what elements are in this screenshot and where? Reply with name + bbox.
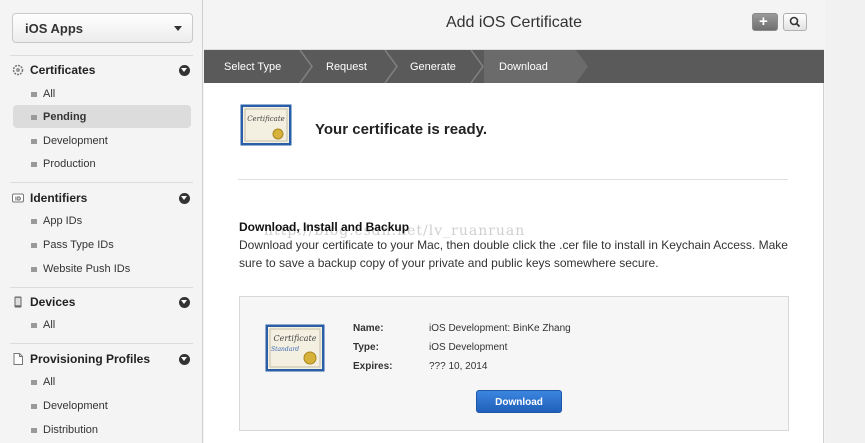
bullet-icon <box>31 380 37 385</box>
section-title: Devices <box>30 295 76 309</box>
chevron-right-icon <box>299 50 313 83</box>
download-button[interactable]: Download <box>476 390 562 413</box>
sidebar-item-label: Production <box>43 158 96 170</box>
bullet-icon <box>31 92 37 97</box>
name-label: Name: <box>353 323 384 334</box>
app-type-select-label: iOS Apps <box>25 21 84 36</box>
bullet-icon <box>31 219 37 224</box>
download-section-title: Download, Install and Backup <box>239 220 410 234</box>
step-request: Request <box>326 61 367 73</box>
bullet-icon <box>31 267 37 272</box>
bullet-icon <box>31 404 37 409</box>
bullet-icon <box>31 162 37 167</box>
chevron-right-icon <box>384 50 398 83</box>
certificate-icon: Certificate <box>240 104 292 146</box>
chevron-down-icon[interactable] <box>174 26 182 31</box>
certificate-icon: Certificate Standard <box>265 324 325 372</box>
title-bar: Add iOS Certificate + <box>204 0 824 50</box>
sidebar-item-website-push-ids[interactable]: Website Push IDs <box>13 257 191 280</box>
app-type-select[interactable]: iOS Apps <box>12 13 193 43</box>
device-icon <box>14 296 22 308</box>
svg-text:Standard: Standard <box>271 346 299 353</box>
sidebar-item-pass-type-ids[interactable]: Pass Type IDs <box>13 233 191 256</box>
chevron-right-icon <box>470 50 484 83</box>
sidebar-item-production[interactable]: Production <box>13 152 191 175</box>
certificate-expiry: ??? 10, 2014 <box>429 361 488 372</box>
sidebar-item-label: Development <box>43 135 108 147</box>
sidebar-item-devices-all[interactable]: All <box>13 313 191 336</box>
collapse-icon[interactable] <box>179 297 190 308</box>
certificate-name: iOS Development: BinKe Zhang <box>429 323 571 334</box>
page-background <box>825 0 865 443</box>
sidebar-item-label: Distribution <box>43 424 99 436</box>
section-title: Certificates <box>30 63 96 77</box>
section-title: Identifiers <box>30 191 88 205</box>
section-devices[interactable]: Devices <box>12 295 192 315</box>
sidebar-item-label: App IDs <box>43 215 83 227</box>
certificate-icon <box>12 64 24 76</box>
plus-icon: + <box>759 13 768 30</box>
section-title: Provisioning Profiles <box>30 352 151 366</box>
id-badge-icon: ID <box>12 193 24 203</box>
sidebar-item-label: All <box>43 319 56 331</box>
sidebar-item-label: All <box>43 376 56 388</box>
step-generate: Generate <box>410 61 456 73</box>
certificate-ready-message: Your certificate is ready. <box>315 121 488 138</box>
certificate-card: Certificate Standard Name: iOS Developme… <box>239 296 789 431</box>
bullet-icon <box>31 323 37 328</box>
step-progress-bar: Select Type Request Generate Download <box>204 50 824 83</box>
sidebar-item-label: All <box>43 88 56 100</box>
sidebar-item-profiles-development[interactable]: Development <box>13 394 191 417</box>
collapse-icon[interactable] <box>179 354 190 365</box>
bullet-icon <box>31 139 37 144</box>
search-icon <box>789 16 801 28</box>
step-download: Download <box>499 61 548 73</box>
add-button[interactable]: + <box>752 13 778 31</box>
chevron-right-icon <box>574 50 588 83</box>
page-title: Add iOS Certificate <box>445 14 583 31</box>
sidebar-item-pending[interactable]: Pending <box>13 105 191 128</box>
section-certificates[interactable]: Certificates <box>12 63 192 83</box>
main-content: Add iOS Certificate + Select Type Reques… <box>204 0 824 443</box>
sidebar-item-distribution[interactable]: Distribution <box>13 418 191 441</box>
collapse-icon[interactable] <box>179 65 190 76</box>
search-button[interactable] <box>783 13 807 31</box>
sidebar-item-profiles-all[interactable]: All <box>13 370 191 393</box>
collapse-icon[interactable] <box>179 193 190 204</box>
svg-text:Certificate: Certificate <box>247 115 285 123</box>
bullet-icon <box>31 428 37 433</box>
sidebar-item-label: Website Push IDs <box>43 263 131 275</box>
sidebar-item-label: Pending <box>43 111 87 123</box>
divider <box>10 55 193 56</box>
bullet-icon <box>31 243 37 248</box>
sidebar-item-certificates-all[interactable]: All <box>13 82 191 105</box>
expires-label: Expires: <box>353 361 393 372</box>
bullet-icon <box>31 115 37 120</box>
divider <box>238 179 788 180</box>
section-identifiers[interactable]: ID Identifiers <box>12 191 192 211</box>
divider <box>10 182 193 183</box>
section-provisioning-profiles[interactable]: Provisioning Profiles <box>12 352 192 372</box>
type-label: Type: <box>353 342 379 353</box>
sidebar: iOS Apps Certificates All Pending Develo… <box>0 0 203 443</box>
certificate-type: iOS Development <box>429 342 508 353</box>
sidebar-item-label: Pass Type IDs <box>43 239 114 251</box>
divider <box>10 343 193 344</box>
svg-text:ID: ID <box>15 197 21 203</box>
sidebar-item-label: Development <box>43 400 108 412</box>
divider <box>10 287 193 288</box>
svg-text:Certificate: Certificate <box>274 334 317 343</box>
sidebar-item-app-ids[interactable]: App IDs <box>13 209 191 232</box>
step-select-type: Select Type <box>224 61 282 73</box>
document-icon <box>13 353 23 365</box>
sidebar-item-certificates-development[interactable]: Development <box>13 129 191 152</box>
download-instructions: Download your certificate to your Mac, t… <box>239 238 788 270</box>
